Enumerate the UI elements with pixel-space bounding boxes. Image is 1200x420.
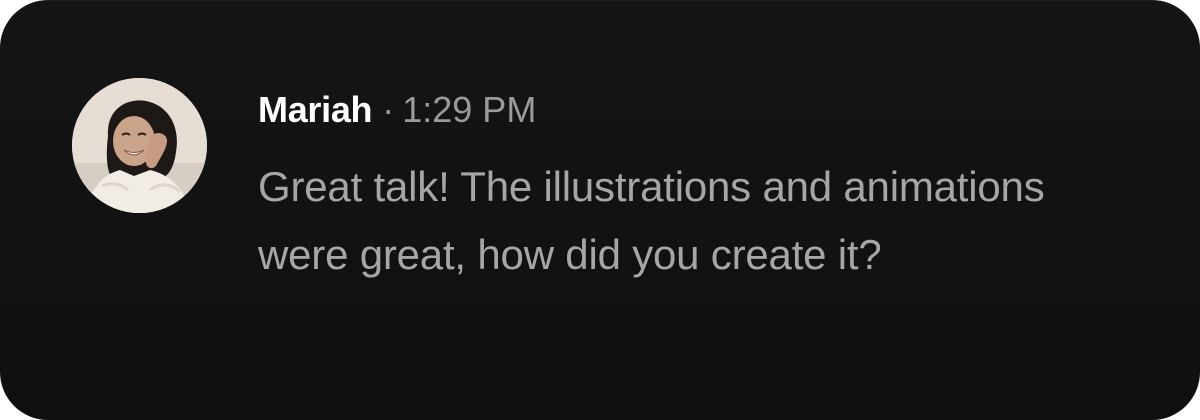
separator-dot: · [382, 89, 395, 130]
message-header: Mariah · 1:29 PM [258, 84, 536, 136]
message-body: Great talk! The illustrations and animat… [258, 163, 1045, 278]
message-card: Mariah · 1:29 PM Great talk! The illustr… [0, 0, 1200, 420]
user-avatar-photo-icon [72, 78, 207, 213]
message-timestamp: 1:29 PM [402, 89, 537, 130]
avatar[interactable] [72, 78, 207, 213]
author-name[interactable]: Mariah [258, 89, 373, 131]
